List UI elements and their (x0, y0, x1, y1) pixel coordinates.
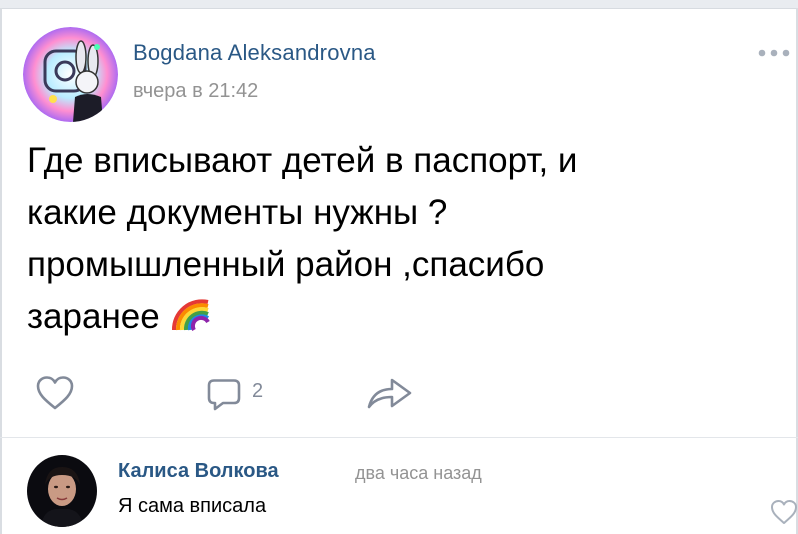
comment-button[interactable]: 2 (206, 378, 276, 412)
commenter-avatar-image (27, 455, 97, 527)
author-avatar[interactable] (23, 27, 118, 122)
post-text-line: какие документы нужны ? (27, 193, 448, 232)
heart-icon (36, 376, 74, 410)
comment-count: 2 (252, 380, 264, 402)
post-text-line-last: заранее (27, 291, 767, 343)
post-timestamp[interactable]: вчера в 21:42 (133, 80, 258, 103)
post-text-line: Где вписывают детей в паспорт, и (27, 141, 578, 180)
comment-like-button[interactable] (770, 498, 798, 526)
post-author-name[interactable]: Bogdana Aleksandrovna (133, 40, 376, 66)
top-band (0, 0, 798, 9)
share-arrow-icon (367, 378, 412, 409)
more-horizontal-icon (758, 49, 790, 57)
comment-timestamp[interactable]: два часа назад (355, 463, 482, 484)
share-button[interactable] (365, 375, 413, 411)
post-text-line: заранее (27, 297, 160, 336)
commenter-avatar[interactable] (27, 455, 97, 527)
more-options-button[interactable] (757, 46, 791, 60)
like-button[interactable] (35, 375, 75, 411)
left-edge (0, 8, 2, 534)
comment-icon (207, 379, 241, 411)
post-text: Где вписывают детей в паспорт, и какие д… (27, 135, 767, 343)
rainbow-icon (171, 299, 210, 331)
heart-icon (771, 500, 797, 524)
post-text-line: промышленный район ,спасибо (27, 245, 545, 284)
comment-text: Я сама вписала (118, 495, 267, 517)
comment-author-name[interactable]: Калиса Волкова (118, 460, 279, 483)
avatar-image (23, 27, 118, 122)
divider (0, 437, 798, 438)
